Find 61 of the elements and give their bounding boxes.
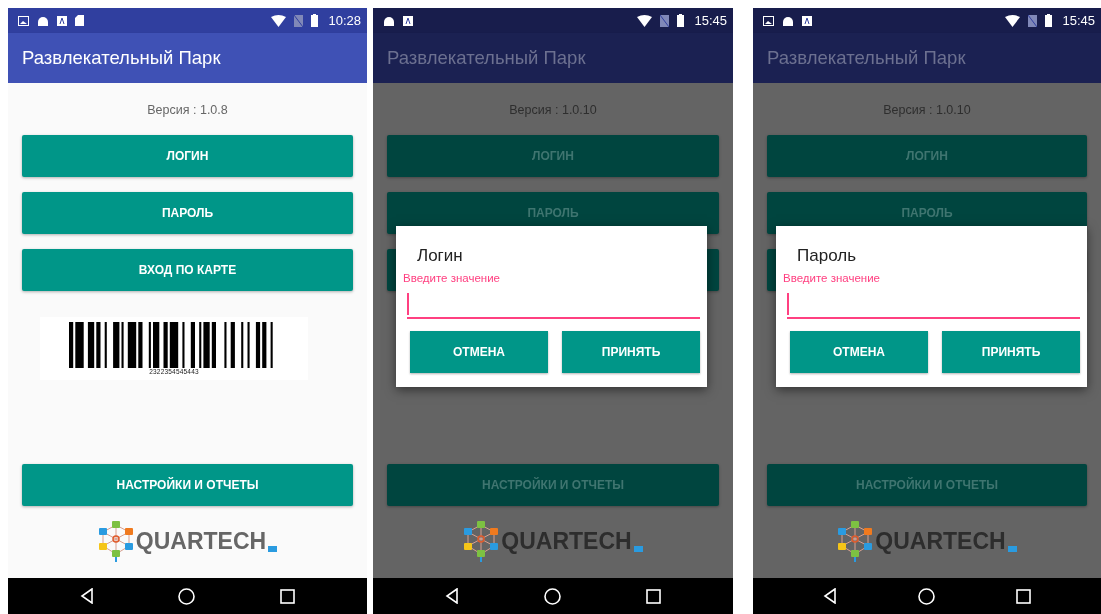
- dialog-button[interactable]: ПРИНЯТЬ: [942, 331, 1080, 373]
- app-title: Развлекательный Парк: [767, 47, 966, 69]
- network-logo-icon: [837, 520, 874, 562]
- no-sim-icon: [660, 14, 670, 27]
- letter-icon: [57, 15, 67, 26]
- battery-icon: [311, 14, 319, 27]
- version-label: Версия : 1.0.8: [147, 103, 228, 117]
- app-title: Развлекательный Парк: [22, 47, 221, 69]
- letter-icon: [802, 15, 812, 26]
- settings-button[interactable]: НАСТРОЙКИ И ОТЧЕТЫ: [387, 464, 719, 506]
- dialog-button[interactable]: ОТМЕНА: [410, 331, 548, 373]
- settings-button[interactable]: НАСТРОЙКИ И ОТЧЕТЫ: [767, 464, 1087, 506]
- network-logo-icon: [97, 520, 134, 562]
- android-icon: [383, 15, 395, 26]
- wifi-icon: [637, 14, 653, 27]
- logo-badge-icon: [633, 546, 643, 552]
- settings-button[interactable]: НАСТРОЙКИ И ОТЧЕТЫ: [22, 464, 353, 506]
- battery-icon: [1045, 14, 1053, 27]
- network-logo-icon: [463, 520, 500, 562]
- android-icon: [37, 15, 49, 26]
- overview-icon[interactable]: [279, 588, 295, 604]
- home-icon[interactable]: [544, 587, 561, 605]
- logo-badge-icon: [268, 546, 278, 552]
- back-icon[interactable]: [80, 588, 95, 604]
- menu-button[interactable]: ЛОГИН: [22, 135, 353, 177]
- status-time: 15:45: [1062, 13, 1095, 28]
- overview-icon[interactable]: [645, 588, 661, 604]
- wifi-icon: [271, 14, 287, 27]
- image-icon: [763, 15, 774, 26]
- letter-icon: [403, 15, 413, 26]
- dialog-button[interactable]: ОТМЕНА: [790, 331, 928, 373]
- wifi-icon: [1005, 14, 1021, 27]
- logo-text: QUARTECH: [875, 527, 1006, 555]
- battery-icon: [677, 14, 685, 27]
- image-icon: [18, 15, 29, 26]
- menu-button[interactable]: ЛОГИН: [387, 135, 719, 177]
- menu-button[interactable]: ВХОД ПО КАРТЕ: [22, 249, 353, 291]
- logo-text: QUARTECH: [501, 527, 632, 555]
- android-icon: [782, 15, 794, 26]
- dialog-title: Логин: [417, 246, 464, 266]
- logo-text: QUARTECH: [135, 527, 267, 555]
- status-time: 10:28: [328, 13, 361, 28]
- back-icon[interactable]: [823, 588, 838, 604]
- app-title: Развлекательный Парк: [387, 47, 586, 69]
- home-icon[interactable]: [178, 587, 196, 605]
- sd-card-icon: [75, 15, 84, 26]
- no-sim-icon: [294, 14, 304, 27]
- logo-badge-icon: [1007, 546, 1017, 552]
- dialog-title: Пароль: [797, 246, 857, 266]
- input-field[interactable]: [407, 291, 700, 319]
- back-icon[interactable]: [445, 588, 460, 604]
- menu-button[interactable]: ЛОГИН: [767, 135, 1087, 177]
- home-icon[interactable]: [918, 587, 935, 605]
- status-time: 15:45: [694, 13, 727, 28]
- menu-button[interactable]: ПАРОЛЬ: [22, 192, 353, 234]
- no-sim-icon: [1028, 14, 1038, 27]
- field-hint: Введите значение: [403, 272, 501, 284]
- dialog-button[interactable]: ПРИНЯТЬ: [562, 331, 700, 373]
- overview-icon[interactable]: [1015, 588, 1031, 604]
- input-field[interactable]: [787, 291, 1080, 319]
- field-hint: Введите значение: [783, 272, 881, 284]
